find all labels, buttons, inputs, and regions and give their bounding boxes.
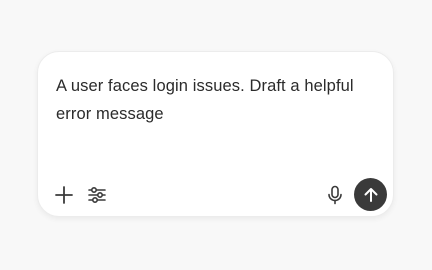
microphone-icon — [327, 185, 343, 205]
plus-icon — [54, 185, 74, 205]
voice-input-button[interactable] — [324, 183, 346, 207]
chat-composer[interactable]: A user faces login issues. Draft a helpf… — [37, 51, 394, 217]
arrow-up-icon — [362, 186, 380, 204]
add-button[interactable] — [52, 183, 76, 207]
sliders-icon — [87, 185, 107, 205]
prompt-input[interactable]: A user faces login issues. Draft a helpf… — [56, 72, 381, 128]
send-button[interactable] — [354, 178, 387, 211]
tools-button[interactable] — [85, 183, 109, 207]
